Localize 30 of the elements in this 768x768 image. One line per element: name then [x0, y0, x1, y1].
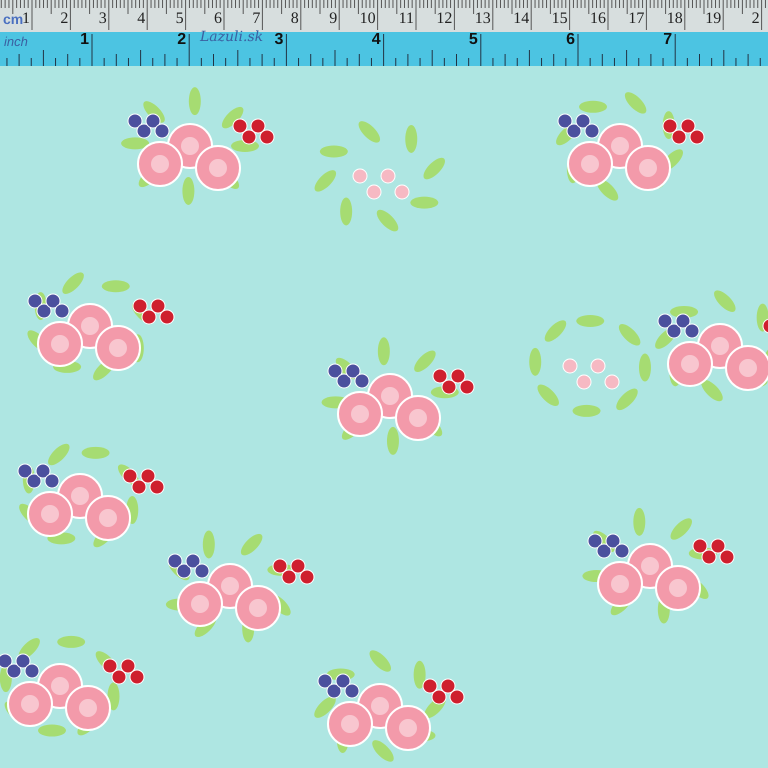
cm-scale-number: 14 [513, 11, 530, 27]
cm-unit-label: cm [3, 12, 24, 26]
inch-scale-number: 7 [663, 32, 672, 48]
cm-scale-number: 19 [705, 11, 722, 27]
cm-scale-number: 9 [329, 11, 338, 27]
cm-scale-number: 5 [176, 11, 184, 27]
inch-scale-number: 5 [468, 32, 478, 48]
inch-unit-label: inch [4, 35, 28, 48]
inch-scale-number: 2 [177, 32, 186, 48]
cm-scale-number: 10 [360, 11, 376, 27]
handwritten-note: Lazuli.sk [200, 30, 264, 44]
cm-scale-number: 15 [552, 11, 568, 27]
cm-scale-number: 18 [666, 11, 683, 27]
cm-scale-number: 8 [290, 11, 299, 27]
cm-scale-number: 3 [98, 11, 107, 27]
inch-scale-number: 4 [372, 32, 381, 48]
cm-scale-number: 7 [252, 11, 260, 27]
inch-scale-number: 6 [566, 32, 575, 48]
cm-scale-number: 6 [214, 11, 222, 27]
cm-scale-number: 11 [398, 11, 414, 27]
inch-scale-number: 3 [274, 32, 284, 48]
inch-scale-number: 1 [80, 32, 89, 48]
cm-scale-number: 16 [590, 11, 606, 27]
cm-scale-number: 2 [752, 11, 760, 27]
cm-scale-number: 17 [628, 11, 644, 27]
cm-scale-number: 2 [60, 11, 68, 27]
cm-scale-number: 12 [436, 11, 452, 27]
cm-scale-number: 13 [474, 11, 491, 27]
cm-scale-number: 1 [22, 11, 30, 27]
cm-scale-number: 4 [137, 11, 146, 27]
